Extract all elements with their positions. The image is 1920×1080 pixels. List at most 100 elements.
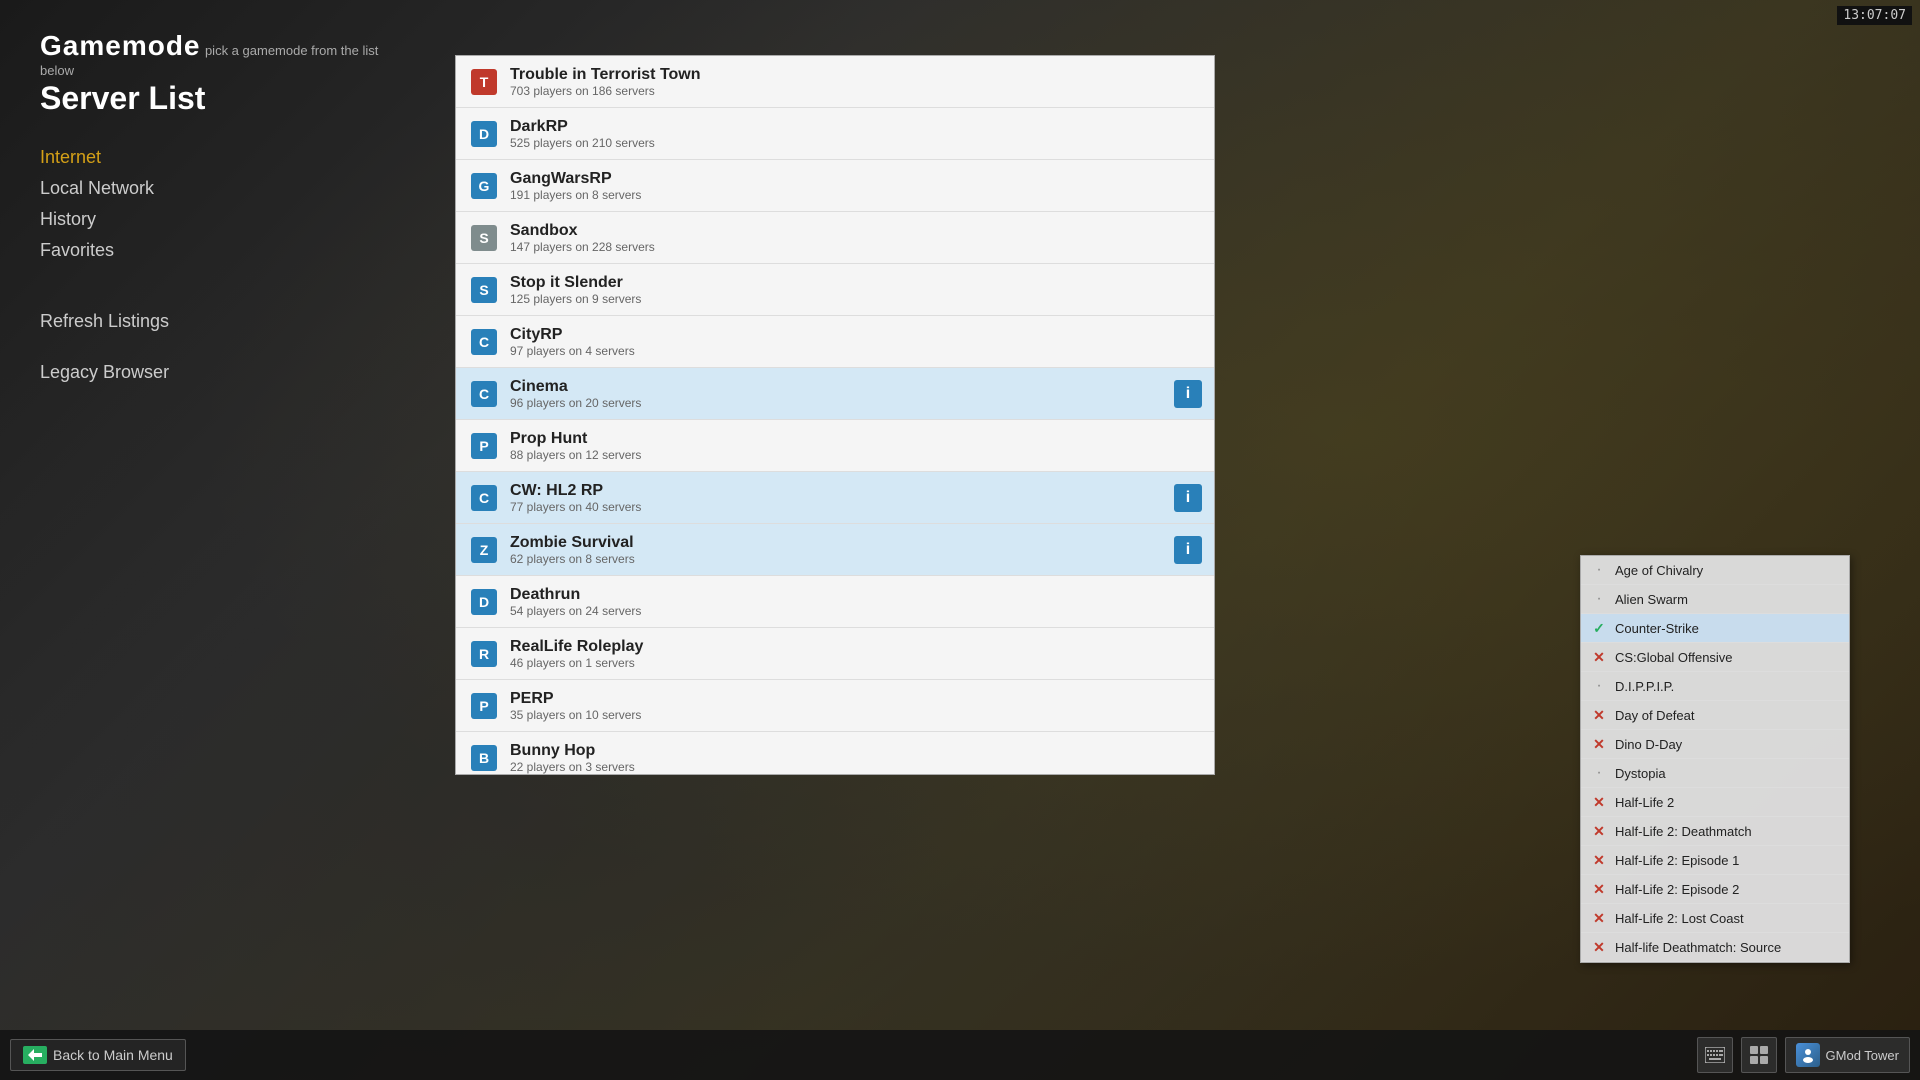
dropdown-item-icon: ✕ bbox=[1589, 821, 1609, 841]
dropdown-item[interactable]: ✕ CS:Global Offensive bbox=[1581, 643, 1849, 672]
list-item[interactable]: TTrouble in Terrorist Town703 players on… bbox=[456, 56, 1214, 108]
item-name: PERP bbox=[510, 690, 1202, 708]
dropdown-item[interactable]: · Alien Swarm bbox=[1581, 585, 1849, 614]
item-sub: 125 players on 9 servers bbox=[510, 292, 1202, 306]
dropdown-item-icon: ✕ bbox=[1589, 908, 1609, 928]
dropdown-item[interactable]: ·D.I.P.P.I.P. bbox=[1581, 672, 1849, 701]
legacy-browser-button[interactable]: Legacy Browser bbox=[40, 362, 169, 383]
dropdown-item[interactable]: · Dystopia bbox=[1581, 759, 1849, 788]
item-name: CityRP bbox=[510, 326, 1202, 344]
dropdown-item-label: Half-Life 2: Episode 1 bbox=[1615, 853, 1739, 868]
dropdown-item[interactable]: ✕Half-life Deathmatch: Source bbox=[1581, 933, 1849, 962]
list-item[interactable]: C CW: HL2 RP77 players on 40 serversi bbox=[456, 472, 1214, 524]
nav-local-network[interactable]: Local Network bbox=[40, 178, 400, 199]
item-sub: 35 players on 10 servers bbox=[510, 708, 1202, 722]
item-icon: R bbox=[468, 638, 500, 670]
dropdown-item-icon: ✓ bbox=[1589, 618, 1609, 638]
item-icon: S bbox=[468, 274, 500, 306]
dropdown-item-label: Half-Life 2 bbox=[1615, 795, 1674, 810]
item-sub: 525 players on 210 servers bbox=[510, 136, 1202, 150]
list-item[interactable]: PProp Hunt88 players on 12 servers bbox=[456, 420, 1214, 472]
dropdown-item-icon: ✕ bbox=[1589, 647, 1609, 667]
dropdown-item-label: Alien Swarm bbox=[1615, 592, 1688, 607]
item-icon: T bbox=[468, 66, 500, 98]
nav-favorites[interactable]: Favorites bbox=[40, 240, 400, 261]
dropdown-item[interactable]: ✕ Half-Life 2: Episode 1 bbox=[1581, 846, 1849, 875]
list-item[interactable]: RRealLife Roleplay46 players on 1 server… bbox=[456, 628, 1214, 680]
dropdown-item-label: D.I.P.P.I.P. bbox=[1615, 679, 1674, 694]
dropdown-item[interactable]: ✕Half-Life 2 bbox=[1581, 788, 1849, 817]
dropdown-item[interactable]: ✕ Half-Life 2: Episode 2 bbox=[1581, 875, 1849, 904]
dropdown-item-icon: · bbox=[1589, 560, 1609, 580]
back-label: Back to Main Menu bbox=[53, 1047, 173, 1063]
nav-internet[interactable]: Internet bbox=[40, 147, 400, 168]
list-item[interactable]: SSandbox147 players on 228 servers bbox=[456, 212, 1214, 264]
dropdown-item[interactable]: ✕ Half-Life 2: Deathmatch bbox=[1581, 817, 1849, 846]
dropdown-item[interactable]: ✕ Half-Life 2: Lost Coast bbox=[1581, 904, 1849, 933]
item-name: Cinema bbox=[510, 378, 1174, 396]
dropdown-item-icon: · bbox=[1589, 763, 1609, 783]
dropdown-item-label: Half-life Deathmatch: Source bbox=[1615, 940, 1781, 955]
back-icon bbox=[23, 1046, 47, 1064]
dropdown-item-icon: · bbox=[1589, 589, 1609, 609]
left-panel: Gamemode pick a gamemode from the list b… bbox=[0, 0, 440, 1080]
dropdown-item-label: Counter-Strike bbox=[1615, 621, 1699, 636]
info-button[interactable]: i bbox=[1174, 484, 1202, 512]
item-icon: P bbox=[468, 690, 500, 722]
item-sub: 88 players on 12 servers bbox=[510, 448, 1202, 462]
item-sub: 191 players on 8 servers bbox=[510, 188, 1202, 202]
dropdown-item-icon: ✕ bbox=[1589, 850, 1609, 870]
list-item[interactable]: CCinema96 players on 20 serversi bbox=[456, 368, 1214, 420]
dropdown-item[interactable]: ·Age of Chivalry bbox=[1581, 556, 1849, 585]
nav-history[interactable]: History bbox=[40, 209, 400, 230]
dropdown-item-label: Half-Life 2: Deathmatch bbox=[1615, 824, 1752, 839]
list-item[interactable]: P PERP35 players on 10 servers bbox=[456, 680, 1214, 732]
gamemode-header: Gamemode pick a gamemode from the list b… bbox=[40, 30, 400, 80]
refresh-listings-button[interactable]: Refresh Listings bbox=[40, 311, 169, 332]
dropdown-item-label: Dino D-Day bbox=[1615, 737, 1682, 752]
grid-icon-button[interactable] bbox=[1741, 1037, 1777, 1073]
dropdown-item[interactable]: ✓ Counter-Strike bbox=[1581, 614, 1849, 643]
item-icon: C bbox=[468, 482, 500, 514]
item-name: CW: HL2 RP bbox=[510, 482, 1174, 500]
list-item[interactable]: DDeathrun54 players on 24 servers bbox=[456, 576, 1214, 628]
dropdown-item[interactable]: ✕Day of Defeat bbox=[1581, 701, 1849, 730]
gmod-tower-label: GMod Tower bbox=[1826, 1048, 1899, 1063]
keyboard-icon-button[interactable] bbox=[1697, 1037, 1733, 1073]
item-name: DarkRP bbox=[510, 118, 1202, 136]
list-item[interactable]: CCityRP97 players on 4 servers bbox=[456, 316, 1214, 368]
item-icon: D bbox=[468, 118, 500, 150]
item-name: Sandbox bbox=[510, 222, 1202, 240]
bottom-bar: Back to Main Menu bbox=[0, 1030, 1920, 1080]
dropdown-item-label: Dystopia bbox=[1615, 766, 1666, 781]
info-button[interactable]: i bbox=[1174, 380, 1202, 408]
info-button[interactable]: i bbox=[1174, 536, 1202, 564]
list-item[interactable]: ZZombie Survival62 players on 8 serversi bbox=[456, 524, 1214, 576]
dropdown-item-icon: ✕ bbox=[1589, 734, 1609, 754]
item-icon: S bbox=[468, 222, 500, 254]
item-name: Bunny Hop bbox=[510, 742, 1202, 760]
dropdown-item[interactable]: ✕ Dino D-Day bbox=[1581, 730, 1849, 759]
item-name: GangWarsRP bbox=[510, 170, 1202, 188]
item-icon: B bbox=[468, 742, 500, 774]
item-sub: 703 players on 186 servers bbox=[510, 84, 1202, 98]
item-name: Deathrun bbox=[510, 586, 1202, 604]
list-item[interactable]: GGangWarsRP191 players on 8 servers bbox=[456, 160, 1214, 212]
gmod-tower-button[interactable]: GMod Tower bbox=[1785, 1037, 1910, 1073]
list-item[interactable]: S Stop it Slender125 players on 9 servers bbox=[456, 264, 1214, 316]
gamemode-title: Gamemode bbox=[40, 30, 201, 61]
item-icon: P bbox=[468, 430, 500, 462]
dropdown-item-label: CS:Global Offensive bbox=[1615, 650, 1733, 665]
item-sub: 77 players on 40 servers bbox=[510, 500, 1174, 514]
list-item[interactable]: B Bunny Hop22 players on 3 servers bbox=[456, 732, 1214, 775]
back-to-main-menu-button[interactable]: Back to Main Menu bbox=[10, 1039, 186, 1071]
dropdown-item-icon: ✕ bbox=[1589, 879, 1609, 899]
dropdown-item-label: Half-Life 2: Episode 2 bbox=[1615, 882, 1739, 897]
item-icon: D bbox=[468, 586, 500, 618]
list-item[interactable]: D DarkRP525 players on 210 servers bbox=[456, 108, 1214, 160]
dropdown-item-label: Half-Life 2: Lost Coast bbox=[1615, 911, 1744, 926]
item-icon: C bbox=[468, 378, 500, 410]
gamemode-list[interactable]: TTrouble in Terrorist Town703 players on… bbox=[455, 55, 1215, 775]
item-sub: 22 players on 3 servers bbox=[510, 760, 1202, 774]
item-name: Stop it Slender bbox=[510, 274, 1202, 292]
